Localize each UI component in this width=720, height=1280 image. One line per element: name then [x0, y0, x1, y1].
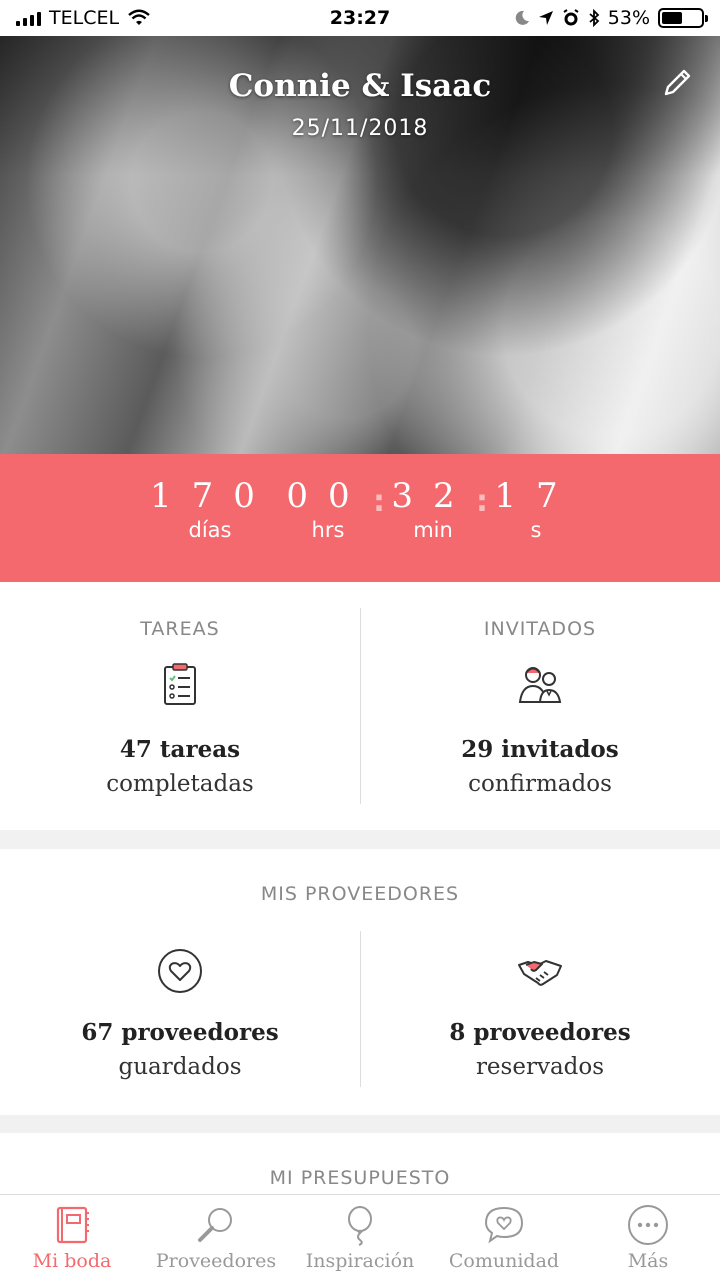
- seconds-value: 17: [494, 476, 578, 516]
- status-left: TELCEL: [16, 7, 151, 29]
- bluetooth-icon: [589, 9, 600, 27]
- heart-circle-icon: [158, 949, 202, 993]
- tasks-count: 47 tareas: [119, 736, 241, 763]
- guests-count: 29 invitados: [461, 736, 619, 763]
- notebook-icon: [56, 1206, 89, 1244]
- seconds-label: s: [530, 518, 542, 542]
- booked-label: reservados: [475, 1054, 605, 1080]
- minutes-value: 32: [391, 476, 475, 516]
- tab-label: Inspiración: [305, 1250, 415, 1272]
- battery-percent: 53%: [607, 7, 650, 29]
- balloon-icon: [348, 1206, 372, 1246]
- countdown-days: 170 días: [150, 476, 270, 542]
- countdown-minutes: 32 min: [390, 476, 476, 542]
- colon-separator: :: [476, 484, 488, 519]
- cover-photo[interactable]: Connie & Isaac 25/11/2018: [0, 36, 720, 454]
- more-icon: [628, 1205, 668, 1245]
- guests-status: confirmados: [468, 771, 612, 797]
- bottom-tab-bar: Mi boda Proveedores Inspiración Comunida…: [0, 1194, 720, 1280]
- signal-icon: [16, 10, 41, 26]
- guests-title: INVITADOS: [483, 618, 597, 640]
- status-bar: TELCEL 23:27 53%: [0, 0, 720, 36]
- location-icon: [538, 11, 553, 25]
- budget-card[interactable]: MI PRESUPUESTO: [0, 1133, 720, 1203]
- budget-title: MI PRESUPUESTO: [269, 1167, 451, 1189]
- alarm-icon: [563, 9, 579, 26]
- tab-label: Proveedores: [155, 1250, 277, 1272]
- couple-names: Connie & Isaac: [228, 68, 492, 104]
- saved-label: guardados: [118, 1054, 242, 1080]
- tab-comunidad[interactable]: Comunidad: [432, 1195, 576, 1280]
- couple-guests-icon: [518, 667, 562, 703]
- colon-separator: :: [373, 484, 385, 519]
- days-value: 170: [150, 476, 275, 516]
- tab-inspiracion[interactable]: Inspiración: [288, 1195, 432, 1280]
- clipboard-checklist-icon: [164, 663, 196, 705]
- countdown-seconds: 17 s: [493, 476, 579, 542]
- tasks-title: TAREAS: [140, 618, 220, 640]
- tab-label: Comunidad: [448, 1250, 560, 1272]
- tab-label: Mi boda: [32, 1250, 112, 1272]
- booked-providers-panel[interactable]: 8 proveedores reservados: [360, 849, 720, 1115]
- edit-pencil-icon[interactable]: [660, 66, 694, 100]
- wedding-date: 25/11/2018: [291, 116, 429, 141]
- tasks-status: completadas: [106, 771, 254, 797]
- minutes-label: min: [413, 518, 453, 542]
- wifi-icon: [128, 9, 150, 25]
- providers-card: MIS PROVEEDORES 67 proveedores guardados…: [0, 849, 720, 1115]
- chat-heart-icon: [484, 1206, 524, 1244]
- search-icon: [198, 1208, 232, 1242]
- booked-count: 8 proveedores: [449, 1019, 631, 1046]
- carrier-label: TELCEL: [49, 7, 120, 29]
- handshake-icon: [518, 960, 562, 986]
- hours-value: 00: [286, 476, 370, 516]
- tab-label: Más: [627, 1250, 669, 1272]
- countdown: 170 días 00 hrs : 32 min : 17 s: [0, 454, 720, 582]
- tab-mi-boda[interactable]: Mi boda: [0, 1195, 144, 1280]
- days-label: días: [188, 518, 232, 542]
- battery-icon: [658, 8, 708, 28]
- summary-card: TAREAS 47 tareas completadas INVITADOS 2…: [0, 582, 720, 830]
- tab-proveedores[interactable]: Proveedores: [144, 1195, 288, 1280]
- guests-panel[interactable]: INVITADOS 29 invitados confirmados: [360, 582, 720, 830]
- hours-label: hrs: [311, 518, 345, 542]
- moon-icon: [515, 10, 529, 25]
- saved-providers-panel[interactable]: 67 proveedores guardados: [0, 849, 360, 1115]
- saved-count: 67 proveedores: [81, 1019, 279, 1046]
- countdown-hours: 00 hrs: [285, 476, 371, 542]
- tasks-panel[interactable]: TAREAS 47 tareas completadas: [0, 582, 360, 830]
- status-right: 53%: [514, 7, 708, 29]
- tab-mas[interactable]: Más: [576, 1195, 720, 1280]
